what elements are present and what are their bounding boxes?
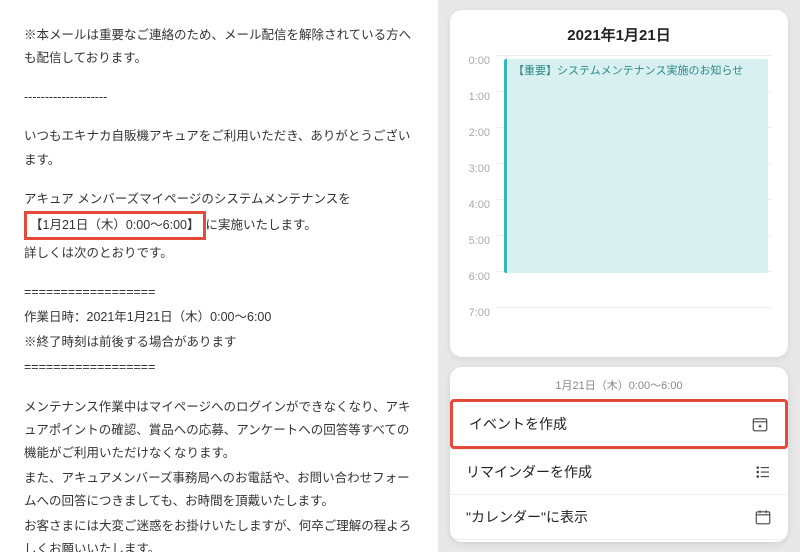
time-label: 5:00 — [466, 235, 496, 247]
details-note: 詳しくは次のとおりです。 — [24, 242, 414, 265]
time-label: 6:00 — [466, 271, 496, 283]
menu-label: "カレンダー"に表示 — [466, 507, 588, 527]
calendar-preview: 2021年1月21日 【重要】システムメンテナンス実施のお知らせ 0:00 1:… — [450, 10, 788, 357]
list-icon — [754, 463, 772, 481]
divider: ================== — [24, 281, 414, 304]
greeting: いつもエキナカ自販機アキュアをご利用いただき、ありがとうございます。 — [24, 125, 414, 171]
menu-label: リマインダーを作成 — [466, 462, 592, 482]
schedule-note: ※終了時刻は前後する場合があります — [24, 331, 414, 354]
email-notice: ※本メールは重要なご連絡のため、メール配信を解除されている方へも配信しております… — [24, 24, 414, 70]
email-body: ※本メールは重要なご連絡のため、メール配信を解除されている方へも配信しております… — [0, 0, 438, 552]
schedule: 作業日時：2021年1月21日（木）0:00～6:00 — [24, 306, 414, 329]
popover-panel: 2021年1月21日 【重要】システムメンテナンス実施のお知らせ 0:00 1:… — [438, 0, 800, 552]
create-reminder-button[interactable]: リマインダーを作成 — [450, 449, 788, 494]
time-label: 3:00 — [466, 163, 496, 175]
time-label: 1:00 — [466, 91, 496, 103]
timeline: 【重要】システムメンテナンス実施のお知らせ 0:00 1:00 2:00 3:0… — [466, 55, 772, 343]
time-label: 4:00 — [466, 199, 496, 211]
calendar-icon — [754, 508, 772, 526]
time-label: 2:00 — [466, 127, 496, 139]
body-text: メンテナンス作業中はマイページへのログインができなくなり、アキュアポイントの確認… — [24, 396, 414, 465]
calendar-event[interactable]: 【重要】システムメンテナンス実施のお知らせ — [504, 59, 768, 273]
menu-header: 1月21日（木）0:00～6:00 — [450, 367, 788, 399]
date-highlight[interactable]: 【1月21日（木）0:00～6:00】 — [24, 211, 206, 240]
body-text: お客さまには大変ご迷惑をお掛けいたしますが、何卒ご理解の程よろしくお願いいたしま… — [24, 515, 414, 552]
calendar-date-title: 2021年1月21日 — [466, 24, 772, 45]
create-event-button[interactable]: イベントを作成 — [450, 399, 788, 449]
time-label: 7:00 — [466, 307, 496, 319]
divider: -------------------- — [24, 86, 414, 109]
calendar-add-icon — [751, 415, 769, 433]
menu-label: イベントを作成 — [469, 414, 567, 434]
maintenance-line: アキュア メンバーズマイページのシステムメンテナンスを【1月21日（木）0:00… — [24, 188, 414, 240]
context-menu: 1月21日（木）0:00～6:00 イベントを作成 リマインダーを作成 "カレン… — [450, 367, 788, 542]
divider: ================== — [24, 356, 414, 379]
show-in-calendar-button[interactable]: "カレンダー"に表示 — [450, 494, 788, 539]
copy-event-button[interactable]: イベントをコピー — [450, 539, 788, 542]
time-label: 0:00 — [466, 55, 496, 67]
body-text: また、アキュアメンバーズ事務局へのお電話や、お問い合わせフォームへの回答につきま… — [24, 467, 414, 513]
